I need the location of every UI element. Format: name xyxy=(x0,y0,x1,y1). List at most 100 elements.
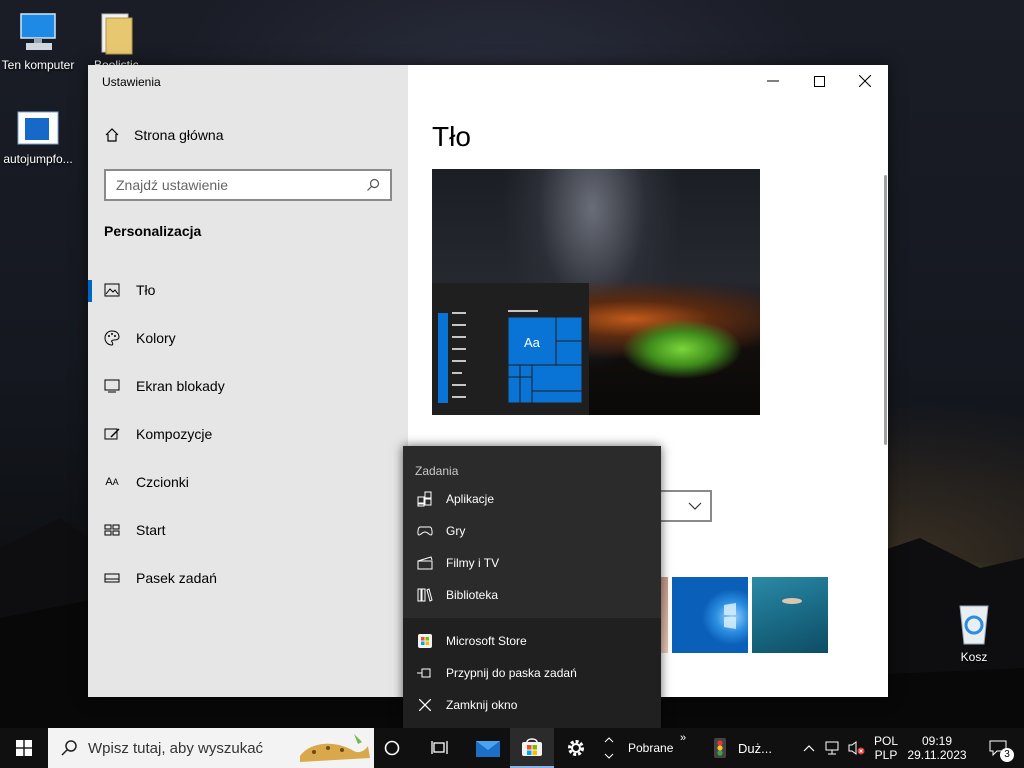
notification-count-badge: 3 xyxy=(1000,748,1014,762)
nav-item-start[interactable]: Start xyxy=(88,510,408,550)
start-button[interactable] xyxy=(0,728,48,768)
nav-item-lock-screen[interactable]: Ekran blokady xyxy=(88,366,408,406)
taskbar-app-store[interactable] xyxy=(510,728,554,768)
windows-logo-icon xyxy=(16,740,32,756)
preview-tile-label: Aa xyxy=(524,335,540,350)
downloads-toolbar[interactable]: Pobrane » xyxy=(622,728,694,768)
jump-list-item-apps[interactable]: Aplikacje xyxy=(403,483,661,515)
computer-icon xyxy=(20,13,56,50)
taskbar-search-input[interactable]: Wpisz tutaj, aby wyszukać xyxy=(48,728,374,768)
home-label: Strona główna xyxy=(134,127,224,143)
app-label: Duż... xyxy=(738,740,772,756)
desktop-icon-label: Kosz xyxy=(960,650,988,664)
apps-icon xyxy=(417,491,433,507)
taskbar: Wpisz tutaj, aby wyszukać Pobrane » Duż.… xyxy=(0,728,1024,768)
jump-list-heading: Zadania xyxy=(415,464,459,478)
taskbar-icon xyxy=(104,570,120,586)
lock-screen-icon xyxy=(104,378,120,394)
nav-item-background[interactable]: Tło xyxy=(88,270,408,310)
nav-item-label: Tło xyxy=(136,282,156,298)
pin-icon xyxy=(417,665,433,681)
jump-list-item-close[interactable]: Zamknij okno xyxy=(403,689,661,721)
jump-list-item-library[interactable]: Biblioteka xyxy=(403,579,661,611)
taskbar-app-traffic[interactable]: Duż... xyxy=(702,728,786,768)
wallpaper-thumb-3[interactable] xyxy=(752,577,828,653)
taskbar-scroll[interactable] xyxy=(600,728,618,768)
windows-logo-icon xyxy=(724,603,736,629)
volume-button[interactable] xyxy=(846,728,868,768)
jump-list-label: Microsoft Store xyxy=(446,634,527,648)
jump-list-label: Filmy i TV xyxy=(446,556,500,570)
wallpaper-thumb-2[interactable] xyxy=(672,577,748,653)
folder-icon xyxy=(101,13,133,55)
settings-search-input[interactable]: Znajdź ustawienie xyxy=(104,169,392,201)
home-link[interactable]: Strona główna xyxy=(104,127,224,143)
picture-icon xyxy=(104,282,120,298)
language-top: POL xyxy=(873,734,898,748)
desktop-icon-autojump[interactable]: autojumpfo... xyxy=(0,110,76,166)
start-icon xyxy=(104,522,120,538)
desktop-icon-this-pc[interactable]: Ten komputer xyxy=(0,10,76,72)
speaker-muted-icon xyxy=(848,741,865,755)
clock[interactable]: 09:19 29.11.2023 xyxy=(904,728,970,768)
page-title: Tło xyxy=(432,121,471,152)
jump-list-label: Gry xyxy=(446,524,466,538)
desktop-icon-label: autojumpfo... xyxy=(3,152,73,166)
nav-item-themes[interactable]: Kompozycje xyxy=(88,414,408,454)
jump-list-item-movies[interactable]: Filmy i TV xyxy=(403,547,661,579)
window-title: Ustawienia xyxy=(102,75,161,89)
desktop-icon-label: Ten komputer xyxy=(1,58,75,72)
mail-icon xyxy=(476,741,500,757)
chevron-up-icon xyxy=(604,737,614,743)
nav-item-label: Czcionki xyxy=(136,474,189,490)
nav-item-label: Pasek zadań xyxy=(136,570,217,586)
nav-item-colors[interactable]: Kolory xyxy=(88,318,408,358)
desktop-icon-recycle-bin[interactable]: Kosz xyxy=(936,600,1012,664)
jump-list-label: Zamknij okno xyxy=(446,698,518,712)
brush-icon xyxy=(104,426,120,442)
jump-list-item-pin[interactable]: Przypnij do paska zadań xyxy=(403,657,661,689)
window-app-icon xyxy=(17,111,59,145)
store-icon xyxy=(417,633,433,649)
more-chevron-icon: » xyxy=(680,732,687,744)
library-icon xyxy=(417,587,433,603)
language-indicator[interactable]: POL PLP xyxy=(870,728,902,768)
clock-date: 29.11.2023 xyxy=(907,748,967,762)
nav-item-label: Kolory xyxy=(136,330,176,346)
clapper-icon xyxy=(417,555,433,571)
section-title: Personalizacja xyxy=(104,223,202,239)
cortana-button[interactable] xyxy=(374,728,410,768)
vertical-scrollbar[interactable] xyxy=(884,175,887,445)
maximize-button[interactable] xyxy=(796,65,842,97)
action-center-button[interactable]: 3 xyxy=(978,728,1018,768)
jump-list-item-store[interactable]: Microsoft Store xyxy=(403,625,661,657)
jump-list-actions: Microsoft Store Przypnij do paska zadań … xyxy=(403,618,661,728)
search-icon xyxy=(61,740,77,756)
search-highlight-illustration xyxy=(300,734,370,762)
task-view-button[interactable] xyxy=(420,728,460,768)
nav-item-fonts[interactable]: AA Czcionki xyxy=(88,462,408,502)
preview-start-menu: Aa xyxy=(432,283,589,415)
jump-list-label: Przypnij do paska zadań xyxy=(446,666,577,680)
store-icon xyxy=(522,738,542,756)
taskbar-app-mail[interactable] xyxy=(468,728,508,768)
chevron-up-icon xyxy=(803,744,815,751)
nav-item-label: Start xyxy=(136,522,166,538)
nav-item-taskbar[interactable]: Pasek zadań xyxy=(88,558,408,598)
taskbar-search-placeholder: Wpisz tutaj, aby wyszukać xyxy=(88,739,264,757)
tray-overflow-button[interactable] xyxy=(798,728,820,768)
close-button[interactable] xyxy=(842,65,888,97)
jump-list-label: Biblioteka xyxy=(446,588,499,602)
cortana-circle-icon xyxy=(384,740,400,756)
minimize-icon xyxy=(767,80,779,82)
chevron-down-icon xyxy=(688,502,702,510)
palette-icon xyxy=(104,330,120,346)
close-icon xyxy=(417,697,433,713)
language-bottom: PLP xyxy=(874,748,898,762)
minimize-button[interactable] xyxy=(750,65,796,97)
taskbar-app-settings[interactable] xyxy=(556,728,596,768)
nav-item-label: Ekran blokady xyxy=(136,378,225,394)
network-button[interactable] xyxy=(822,728,844,768)
jump-list-item-games[interactable]: Gry xyxy=(403,515,661,547)
desktop-icon-folder[interactable]: Boolistic xyxy=(78,10,154,72)
